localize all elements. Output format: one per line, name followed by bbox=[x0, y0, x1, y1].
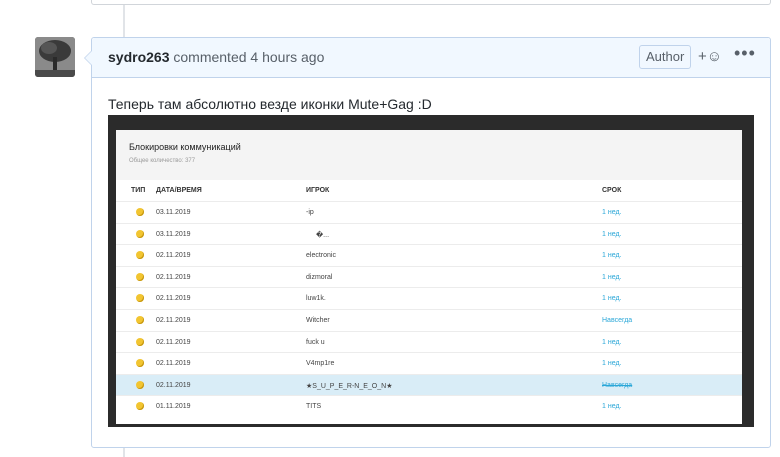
row-term: Навсегда bbox=[602, 317, 633, 324]
comment-header: sydro263 commented 4 hours ago Author +☺… bbox=[92, 38, 770, 78]
mute-gag-icon bbox=[136, 380, 144, 389]
more-options-button[interactable]: ••• bbox=[734, 43, 756, 64]
table-row: 02.11.2019 V4mp1re 1 нед. bbox=[116, 352, 742, 375]
table-row: 02.11.2019 fuck u 1 нед. bbox=[116, 330, 742, 354]
col-header-term: СРОК bbox=[602, 187, 622, 194]
mute-gag-icon bbox=[136, 294, 144, 303]
table-row: 03.11.2019 -ip 1 нед. bbox=[116, 201, 742, 224]
row-date: 02.11.2019 bbox=[156, 252, 191, 260]
row-date: 02.11.2019 bbox=[156, 317, 191, 324]
row-date: 02.11.2019 bbox=[156, 273, 191, 281]
mute-gag-icon bbox=[136, 402, 144, 411]
mute-gag-icon bbox=[136, 251, 144, 260]
col-header-type: ТИП bbox=[131, 187, 146, 194]
table-row: 02.11.2019 dizmoral 1 нед. bbox=[116, 265, 742, 289]
table-row-highlighted: 02.11.2019 ★S_U_P_E_R-N_E_O_N★ Навсегда bbox=[116, 373, 742, 397]
avatar-image bbox=[35, 37, 75, 77]
col-header-date: ДАТА/ВРЕМЯ bbox=[156, 187, 202, 194]
user-avatar[interactable] bbox=[35, 37, 75, 77]
mute-gag-icon bbox=[136, 316, 144, 324]
row-date: 02.11.2019 bbox=[156, 360, 191, 368]
row-term: 1 нед. bbox=[602, 209, 622, 216]
row-term: 1 нед. bbox=[602, 295, 622, 303]
blocks-panel: Блокировки коммуникаций Общее количество… bbox=[116, 130, 742, 424]
table-row: 01.11.2019 TITS 1 нед. bbox=[116, 395, 742, 418]
row-player: Witcher bbox=[306, 317, 330, 324]
comment-author-link[interactable]: sydro263 bbox=[108, 49, 169, 65]
row-date: 02.11.2019 bbox=[156, 295, 191, 303]
mute-gag-icon bbox=[136, 337, 144, 346]
row-player: TITS bbox=[306, 403, 322, 411]
panel-header: Блокировки коммуникаций Общее количество… bbox=[116, 130, 742, 180]
row-date: 03.11.2019 bbox=[156, 230, 191, 238]
row-player: luw1k. bbox=[306, 295, 326, 303]
row-term: 1 нед. bbox=[602, 230, 622, 238]
comment-caret-inner bbox=[85, 51, 92, 65]
row-term: 1 нед. bbox=[602, 360, 622, 368]
mute-gag-icon bbox=[136, 359, 144, 368]
row-player: V4mp1re bbox=[306, 360, 335, 368]
table-row: 02.11.2019 Witcher Навсегда bbox=[116, 309, 742, 332]
row-date: 02.11.2019 bbox=[156, 381, 191, 389]
panel-title: Блокировки коммуникаций bbox=[129, 142, 241, 152]
row-term: 1 нед. bbox=[602, 273, 622, 281]
table-row: 02.11.2019 electronic 1 нед. bbox=[116, 244, 742, 267]
panel-subtitle: Общее количество: 377 bbox=[129, 158, 196, 164]
row-term: 1 нед. bbox=[602, 252, 622, 260]
author-badge: Author bbox=[639, 45, 692, 69]
embedded-screenshot[interactable]: Блокировки коммуникаций Общее количество… bbox=[108, 115, 754, 427]
add-reaction-icon: +☺ bbox=[698, 48, 723, 65]
comment-timestamp[interactable]: commented 4 hours ago bbox=[173, 49, 324, 65]
row-date: 03.11.2019 bbox=[156, 209, 191, 216]
add-reaction-button[interactable]: +☺ bbox=[698, 48, 722, 65]
comment-body-text: Теперь там абсолютно везде иконки Mute+G… bbox=[108, 96, 432, 112]
row-term: 1 нед. bbox=[602, 338, 622, 346]
table-row: 03.11.2019 �... 1 нед. bbox=[116, 222, 742, 246]
row-term: 1 нед. bbox=[602, 403, 622, 411]
row-player: ★S_U_P_E_R-N_E_O_N★ bbox=[306, 382, 393, 390]
mute-gag-icon bbox=[136, 208, 144, 216]
row-player: dizmoral bbox=[306, 273, 333, 281]
comment-meta: sydro263 commented 4 hours ago bbox=[108, 49, 324, 65]
previous-comment-box bbox=[91, 0, 771, 5]
row-date: 01.11.2019 bbox=[156, 403, 191, 411]
mute-gag-icon bbox=[136, 272, 144, 281]
comment-box: sydro263 commented 4 hours ago Author +☺… bbox=[84, 37, 771, 448]
row-player: electronic bbox=[306, 252, 336, 260]
row-player: �... bbox=[316, 231, 330, 239]
row-player: -ip bbox=[306, 209, 314, 216]
mute-gag-icon bbox=[136, 229, 144, 238]
row-term: Навсегда bbox=[602, 381, 633, 389]
table-row: 02.11.2019 luw1k. 1 нед. bbox=[116, 287, 742, 310]
row-date: 02.11.2019 bbox=[156, 338, 191, 346]
row-player: fuck u bbox=[306, 338, 325, 346]
kebab-icon: ••• bbox=[734, 43, 756, 63]
col-header-player: ИГРОК bbox=[306, 187, 330, 194]
